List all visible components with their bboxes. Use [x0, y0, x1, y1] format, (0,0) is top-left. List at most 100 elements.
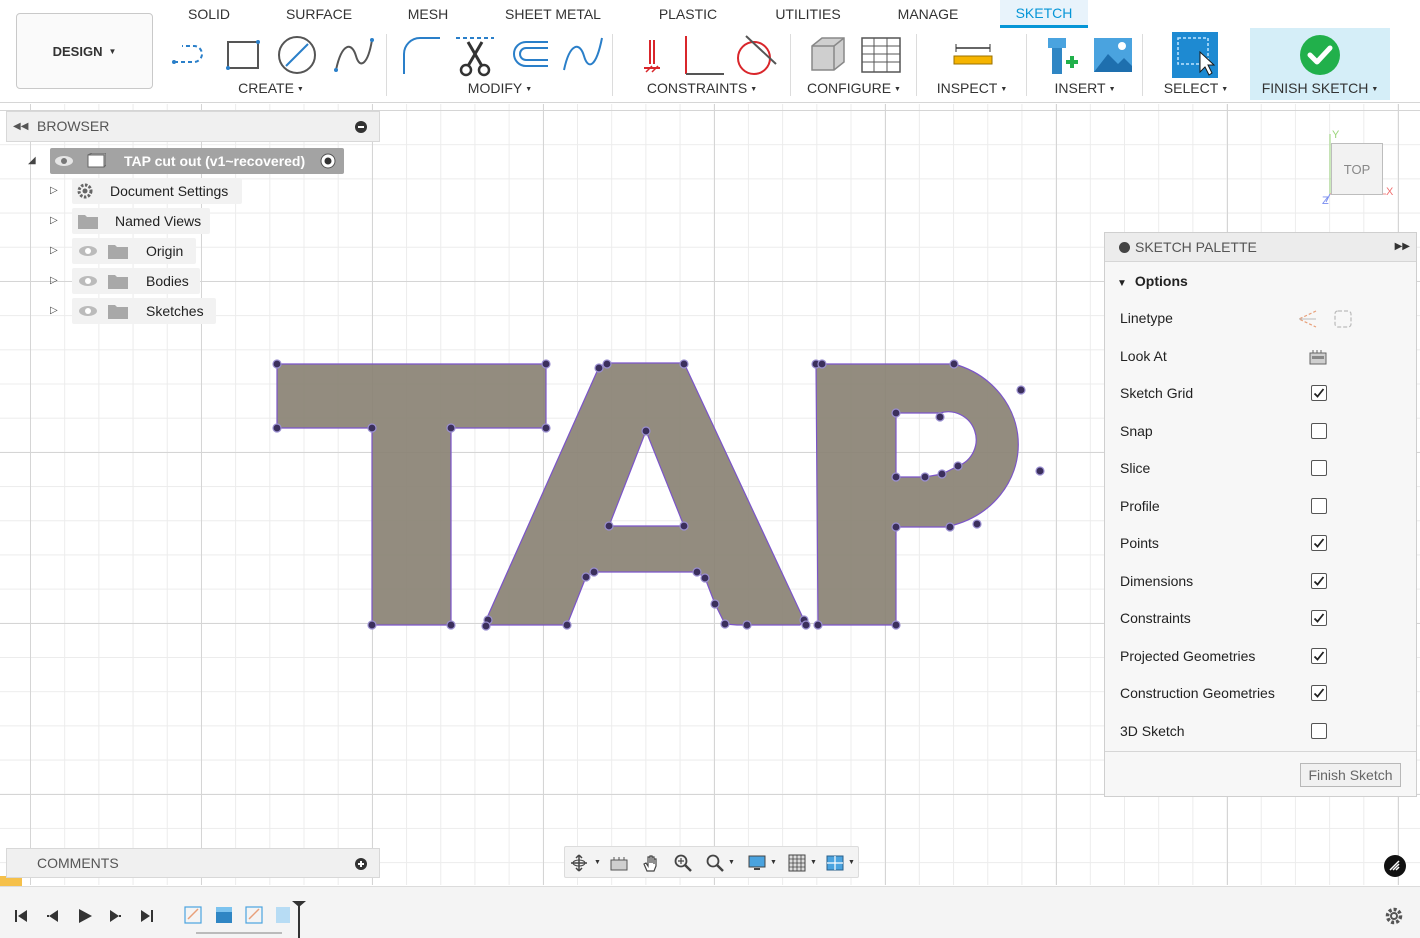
browser-panel-header[interactable]: ◀◀ BROWSER: [6, 111, 380, 142]
step-forward-icon[interactable]: [106, 907, 124, 925]
viewcube[interactable]: TOP: [1331, 143, 1383, 195]
play-icon[interactable]: [76, 907, 94, 925]
comments-panel-header[interactable]: COMMENTS: [6, 848, 380, 878]
option-slice[interactable]: Slice: [1120, 458, 1410, 480]
rectangle-icon[interactable]: [220, 32, 266, 78]
workspace-switcher[interactable]: DESIGN ▼: [16, 13, 153, 89]
trim-scissors-icon[interactable]: [452, 32, 498, 78]
collapsed-triangle-icon[interactable]: ▷: [50, 245, 58, 256]
line-icon[interactable]: [168, 32, 214, 78]
pan-hand-icon[interactable]: [641, 853, 661, 873]
tab-sheet-metal[interactable]: SHEET METAL: [500, 0, 606, 28]
tab-mesh[interactable]: MESH: [398, 0, 458, 28]
zoom-icon[interactable]: [673, 853, 693, 873]
spline-icon[interactable]: [330, 32, 376, 78]
constraints-group[interactable]: CONSTRAINTS ▼: [618, 28, 786, 100]
palette-pin-icon[interactable]: [1119, 242, 1130, 253]
fix-constraint-icon[interactable]: [626, 32, 672, 78]
option-dimensions[interactable]: Dimensions: [1120, 571, 1410, 593]
insert-group[interactable]: INSERT ▼: [1032, 28, 1138, 100]
offset-icon[interactable]: [506, 32, 552, 78]
insert-image-icon[interactable]: [1090, 32, 1136, 78]
chevron-down-icon[interactable]: ▼: [770, 859, 777, 866]
select-group[interactable]: SELECT ▼: [1148, 28, 1244, 100]
collapsed-triangle-icon[interactable]: ▷: [50, 305, 58, 316]
activate-radio-icon[interactable]: [320, 153, 336, 169]
fillet-icon[interactable]: [396, 32, 442, 78]
option-sketch-grid[interactable]: Sketch Grid: [1120, 383, 1410, 405]
finish-sketch-button[interactable]: Finish Sketch: [1300, 763, 1401, 787]
tab-surface[interactable]: SURFACE: [278, 0, 360, 28]
option-3d-sketch[interactable]: 3D Sketch: [1120, 721, 1410, 743]
tree-item-document-settings[interactable]: ▷ Document Settings: [50, 178, 250, 204]
option-projected-geometries[interactable]: Projected Geometries: [1120, 646, 1410, 668]
profile-checkbox[interactable]: [1311, 498, 1327, 514]
tangent-icon[interactable]: [732, 32, 778, 78]
options-section-header[interactable]: ▼ Options: [1117, 273, 1188, 289]
step-back-icon[interactable]: [44, 907, 62, 925]
configuration-table-icon[interactable]: [858, 32, 904, 78]
modify-group[interactable]: MODIFY ▼: [392, 28, 608, 100]
tree-root-document[interactable]: ◢ TAP cut out (v1~recovered): [28, 148, 348, 174]
grid-settings-icon[interactable]: [787, 853, 807, 873]
collapsed-triangle-icon[interactable]: ▷: [50, 185, 58, 196]
chevron-down-icon[interactable]: ▼: [848, 859, 855, 866]
circle-icon[interactable]: [274, 32, 320, 78]
chevron-down-icon[interactable]: ▼: [594, 859, 601, 866]
measure-icon[interactable]: [950, 32, 996, 78]
look-at-icon[interactable]: [1308, 347, 1328, 367]
sketch-grid-checkbox[interactable]: [1311, 385, 1327, 401]
projected-geometries-checkbox[interactable]: [1311, 648, 1327, 664]
finish-checkmark-icon[interactable]: [1297, 32, 1343, 78]
tree-item-bodies[interactable]: ▷ Bodies: [50, 268, 210, 294]
construction-linetype-icon[interactable]: [1296, 308, 1318, 330]
chevron-down-icon[interactable]: ▼: [728, 859, 735, 866]
option-points[interactable]: Points: [1120, 533, 1410, 555]
collapsed-triangle-icon[interactable]: ▷: [50, 215, 58, 226]
3d-sketch-checkbox[interactable]: [1311, 723, 1327, 739]
chevron-down-icon[interactable]: ▼: [810, 859, 817, 866]
tab-sketch[interactable]: SKETCH: [1000, 0, 1088, 28]
constraints-checkbox[interactable]: [1311, 610, 1327, 626]
inspect-group[interactable]: INSPECT ▼: [922, 28, 1022, 100]
sketch-palette-header[interactable]: SKETCH PALETTE ▶▶: [1105, 233, 1416, 262]
snap-checkbox[interactable]: [1311, 423, 1327, 439]
create-group[interactable]: CREATE ▼: [160, 28, 382, 100]
select-window-icon[interactable]: [1172, 32, 1218, 78]
fit-zoom-icon[interactable]: [705, 853, 725, 873]
viewports-icon[interactable]: [825, 853, 845, 873]
timeline-settings-gear-icon[interactable]: [1384, 906, 1404, 926]
centerline-linetype-icon[interactable]: [1332, 308, 1354, 330]
finish-sketch-group[interactable]: FINISH SKETCH ▼: [1250, 28, 1390, 100]
tab-manage[interactable]: MANAGE: [890, 0, 966, 28]
go-to-end-icon[interactable]: [138, 907, 156, 925]
minimize-icon[interactable]: [355, 121, 367, 133]
visibility-eye-icon[interactable]: [78, 245, 98, 257]
tab-plastic[interactable]: PLASTIC: [650, 0, 726, 28]
section-expanded-icon[interactable]: ▼: [1117, 278, 1127, 289]
look-at-icon[interactable]: [609, 853, 629, 873]
visibility-eye-icon[interactable]: [78, 305, 98, 317]
configure-group[interactable]: CONFIGURE ▼: [796, 28, 912, 100]
expanded-triangle-icon[interactable]: ◢: [28, 155, 36, 166]
curve-icon[interactable]: [560, 32, 606, 78]
visibility-eye-icon[interactable]: [78, 275, 98, 287]
parametric-box-icon[interactable]: [802, 32, 848, 78]
tab-utilities[interactable]: UTILITIES: [768, 0, 848, 28]
dimensions-checkbox[interactable]: [1311, 573, 1327, 589]
tree-item-origin[interactable]: ▷ Origin: [50, 238, 200, 264]
option-constraints[interactable]: Constraints: [1120, 608, 1410, 630]
construction-geometries-checkbox[interactable]: [1311, 685, 1327, 701]
insert-mesh-icon[interactable]: [1038, 32, 1084, 78]
add-comment-icon[interactable]: [355, 858, 367, 870]
expand-panel-icon[interactable]: ▶▶: [1395, 233, 1410, 261]
orbit-icon[interactable]: [569, 853, 589, 873]
points-checkbox[interactable]: [1311, 535, 1327, 551]
display-settings-icon[interactable]: [747, 853, 767, 873]
collapsed-triangle-icon[interactable]: ▷: [50, 275, 58, 286]
perpendicular-icon[interactable]: [680, 32, 726, 78]
collapse-panel-icon[interactable]: ◀◀: [13, 112, 28, 141]
tree-item-named-views[interactable]: ▷ Named Views: [50, 208, 220, 234]
option-construction-geometries[interactable]: Construction Geometries: [1120, 683, 1410, 705]
option-profile[interactable]: Profile: [1120, 496, 1410, 518]
